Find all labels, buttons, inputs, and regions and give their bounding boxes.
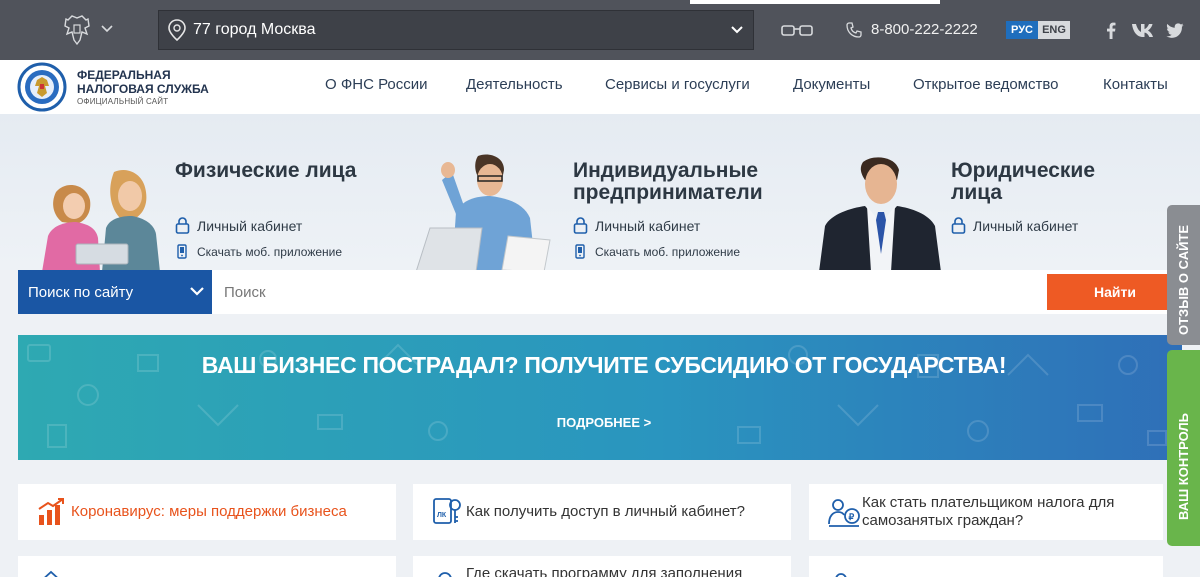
person-icon: [835, 573, 847, 577]
legal-entities-photo[interactable]: [815, 154, 945, 270]
phone-icon: [846, 22, 862, 38]
card-cabinet-access[interactable]: ЛК Как получить доступ в личный кабинет?: [413, 484, 791, 540]
card-covid-label: Коронавирус: меры поддержки бизнеса: [71, 503, 347, 520]
svg-text:₽: ₽: [849, 512, 855, 522]
mobile-phone-icon: [177, 244, 187, 259]
site-header: ФЕДЕРАЛЬНАЯ НАЛОГОВАЯ СЛУЖБА ОФИЦИАЛЬНЫЙ…: [0, 60, 1200, 114]
lock-icon: [175, 217, 190, 234]
mobile-phone-icon: [575, 244, 585, 259]
self-employed-person-icon: ₽: [828, 499, 860, 527]
hotline-phone[interactable]: 8-800-222-2222: [871, 21, 978, 38]
site-feedback-label: ОТЗЫВ О САЙТЕ: [1176, 224, 1191, 335]
entrepreneurs-cabinet-label: Личный кабинет: [595, 217, 701, 234]
org-name: ФЕДЕРАЛЬНАЯ НАЛОГОВАЯ СЛУЖБА: [77, 68, 209, 96]
legal-cabinet-label: Личный кабинет: [973, 217, 1079, 234]
card-download-program-label: Где скачать программу для заполнения: [466, 565, 743, 577]
key-document-icon: ЛК: [433, 498, 461, 524]
arrow-up-icon: [44, 570, 58, 577]
facebook-icon[interactable]: [1106, 22, 1116, 39]
lock-icon: [573, 217, 588, 234]
entrepreneurs-app-label: Скачать моб. приложение: [595, 244, 741, 259]
fns-logo-icon[interactable]: [17, 62, 67, 112]
search-scope-select[interactable]: Поиск по сайту: [18, 270, 212, 314]
entrepreneurs-app-link[interactable]: Скачать моб. приложение: [575, 244, 740, 259]
gear-icon: [438, 572, 452, 577]
your-control-label: ВАШ КОНТРОЛЬ: [1176, 413, 1191, 520]
card-self-employed-label: Как стать плательщиком налога для самоза…: [862, 494, 1115, 529]
nav-contacts[interactable]: Контакты: [1103, 76, 1168, 93]
chevron-down-icon[interactable]: [100, 22, 114, 36]
entrepreneurs-photo[interactable]: [412, 150, 557, 270]
russia-emblem-icon[interactable]: [62, 14, 92, 46]
your-control-tab[interactable]: ВАШ КОНТРОЛЬ: [1167, 350, 1200, 546]
lang-en-button[interactable]: ENG: [1038, 21, 1070, 39]
lock-icon: [951, 217, 966, 234]
chevron-down-icon: [731, 26, 743, 34]
individuals-app-label: Скачать моб. приложение: [197, 244, 343, 259]
individuals-title[interactable]: Физические лица: [175, 160, 365, 182]
card-covid-support[interactable]: Коронавирус: меры поддержки бизнеса: [18, 484, 396, 540]
legal-entities-title[interactable]: Юридические лица: [951, 160, 1141, 204]
vk-icon[interactable]: [1131, 22, 1156, 39]
legal-cabinet-link[interactable]: Личный кабинет: [951, 217, 1078, 234]
individuals-photo[interactable]: [36, 162, 166, 270]
banner-title: ВАШ БИЗНЕС ПОСТРАДАЛ? ПОЛУЧИТЕ СУБСИДИЮ …: [201, 352, 1007, 378]
top-bar: 77 город Москва 8-800-222-2222 РУС ENG: [0, 0, 1200, 60]
site-search: Поиск по сайту Найти: [18, 270, 1183, 314]
region-label: 77 город Москва: [193, 21, 316, 38]
card-cabinet-label: Как получить доступ в личный кабинет?: [466, 503, 745, 520]
individuals-app-link[interactable]: Скачать моб. приложение: [177, 244, 342, 259]
region-select[interactable]: 77 город Москва: [158, 10, 754, 50]
card-row2-third[interactable]: [809, 556, 1163, 577]
card-self-employed[interactable]: ₽ Как стать плательщиком налога для само…: [809, 484, 1163, 540]
hero-section: Физические лица Личный кабинет Скачать м…: [0, 114, 1200, 270]
entrepreneurs-title[interactable]: Индивидуальные предприниматели: [573, 160, 783, 204]
individuals-cabinet-label: Личный кабинет: [197, 217, 303, 234]
nav-activity[interactable]: Деятельность: [466, 76, 563, 93]
site-feedback-tab[interactable]: ОТЗЫВ О САЙТЕ: [1167, 205, 1200, 345]
individuals-cabinet-link[interactable]: Личный кабинет: [175, 217, 302, 234]
twitter-icon[interactable]: [1166, 22, 1184, 39]
nav-services[interactable]: Сервисы и госуслуги: [605, 76, 750, 93]
nav-open-agency[interactable]: Открытое ведомство: [913, 76, 1059, 93]
entrepreneurs-cabinet-link[interactable]: Личный кабинет: [573, 217, 700, 234]
subsidy-banner[interactable]: ВАШ БИЗНЕС ПОСТРАДАЛ? ПОЛУЧИТЕ СУБСИДИЮ …: [18, 335, 1182, 460]
search-scope-label: Поиск по сайту: [28, 283, 134, 301]
lang-ru-button[interactable]: РУС: [1006, 21, 1038, 39]
card-row2-first[interactable]: [18, 556, 396, 577]
banner-more-link[interactable]: ПОДРОБНЕЕ >: [18, 415, 1182, 430]
chevron-down-icon: [190, 287, 204, 296]
top-white-strip: [690, 0, 940, 4]
location-pin-icon: [168, 19, 186, 42]
org-subtitle: ОФИЦИАЛЬНЫЙ САЙТ: [77, 97, 169, 106]
nav-about[interactable]: О ФНС России: [325, 76, 428, 93]
card-download-program[interactable]: Где скачать программу для заполнения: [413, 556, 791, 577]
search-input[interactable]: [224, 276, 1024, 308]
accessibility-glasses-icon[interactable]: [780, 20, 814, 40]
search-button[interactable]: Найти: [1047, 274, 1183, 310]
nav-documents[interactable]: Документы: [793, 76, 870, 93]
chart-growth-icon: [38, 498, 64, 525]
svg-text:ЛК: ЛК: [437, 512, 447, 519]
